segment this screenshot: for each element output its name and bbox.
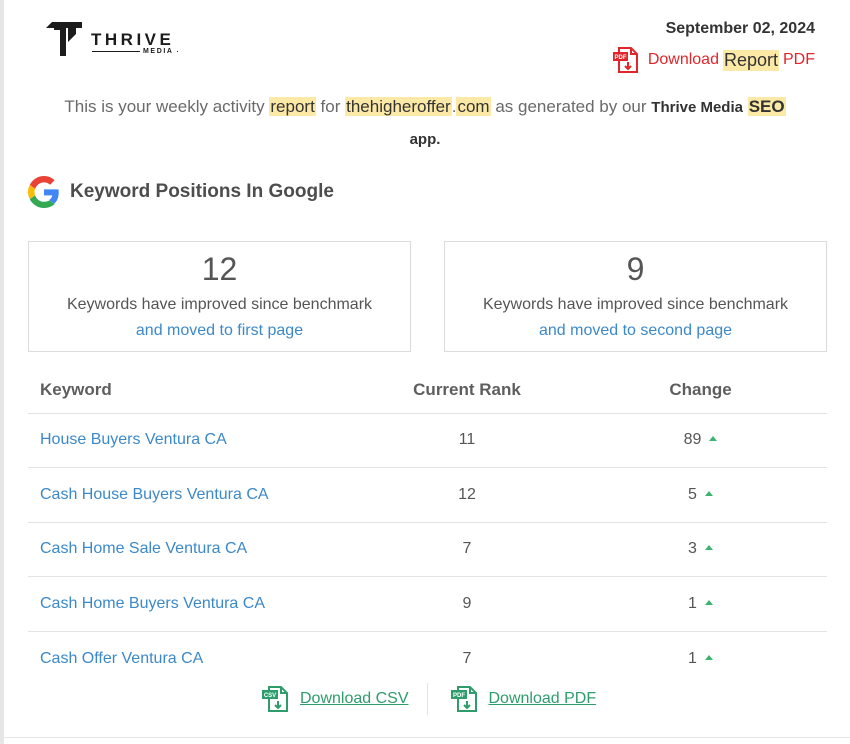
table-header-row: Keyword Current Rank Change bbox=[28, 367, 827, 414]
pdf-icon-text: PDF bbox=[453, 693, 465, 699]
change-cell: 3 bbox=[574, 522, 827, 577]
keyword-link[interactable]: Cash Home Sale Ventura CA bbox=[28, 522, 360, 577]
download-pdf-link[interactable]: PDF Download PDF bbox=[449, 683, 597, 715]
download-label: Download bbox=[647, 51, 719, 68]
keyword-link[interactable]: Cash Home Buyers Ventura CA bbox=[28, 576, 360, 632]
csv-icon-text: CSV bbox=[264, 693, 276, 699]
thrive-media-logo: THRIVE MEDIA bbox=[46, 22, 186, 60]
download-report-pdf-link[interactable]: PDF Download Report PDF bbox=[611, 45, 815, 75]
section-title: Keyword Positions In Google bbox=[70, 181, 334, 202]
keyword-link[interactable]: House Buyers Ventura CA bbox=[28, 413, 360, 468]
arrow-up-icon bbox=[704, 545, 713, 551]
second-page-stat-card: 9 Keywords have improved since benchmark… bbox=[444, 241, 827, 352]
stat-description: Keywords have improved since benchmark bbox=[66, 296, 373, 313]
stat-description: Keywords have improved since benchmark bbox=[482, 296, 789, 313]
left-border bbox=[0, 0, 4, 744]
intro-highlight-domain: thehigheroffer bbox=[345, 97, 452, 116]
change-cell: 89 bbox=[574, 413, 827, 468]
arrow-up-icon bbox=[709, 436, 718, 442]
change-value: 1 bbox=[688, 594, 697, 612]
change-value: 5 bbox=[688, 485, 697, 503]
rank-cell: 7 bbox=[360, 522, 574, 577]
arrow-up-icon bbox=[704, 599, 713, 605]
rank-cell: 9 bbox=[360, 576, 574, 632]
arrow-up-icon bbox=[704, 490, 713, 496]
change-value: 3 bbox=[688, 540, 697, 558]
logo-wordmark: THRIVE bbox=[91, 30, 175, 49]
download-pdf-label: Download PDF bbox=[488, 690, 597, 707]
pdf-file-icon: PDF bbox=[612, 47, 638, 73]
stat-subtitle: and moved to first page bbox=[135, 322, 304, 339]
keyword-link[interactable]: Cash House Buyers Ventura CA bbox=[28, 467, 360, 523]
keyword-link[interactable]: Cash Offer Ventura CA bbox=[28, 631, 360, 686]
intro-highlight-report: report bbox=[269, 97, 316, 116]
pdf-file-icon: PDF bbox=[450, 686, 477, 712]
change-value: 1 bbox=[688, 649, 697, 667]
intro-highlight-seo: SEO bbox=[747, 97, 786, 116]
table-row: Cash Home Buyers Ventura CA 9 1 bbox=[28, 576, 827, 632]
table-row: Cash House Buyers Ventura CA 12 5 bbox=[28, 467, 827, 523]
csv-file-icon: CSV bbox=[262, 686, 288, 712]
thrive-logo-icon bbox=[46, 22, 82, 56]
intro-part: for bbox=[320, 97, 341, 116]
first-page-stat-card: 12 Keywords have improved since benchmar… bbox=[28, 241, 411, 352]
report-date: September 02, 2024 bbox=[665, 20, 815, 37]
download-csv-label: Download CSV bbox=[300, 690, 409, 707]
intro-text: This is your weekly activity report for … bbox=[10, 91, 840, 155]
rank-cell: 7 bbox=[462, 649, 472, 667]
header-change: Change bbox=[574, 367, 827, 414]
download-csv-link[interactable]: CSV Download CSV bbox=[260, 683, 409, 715]
arrow-up-icon bbox=[704, 654, 713, 660]
table-row: House Buyers Ventura CA 11 89 bbox=[28, 413, 827, 468]
intro-app: app. bbox=[409, 131, 441, 148]
rank-cell: 11 bbox=[360, 413, 574, 468]
intro-brand: Thrive Media bbox=[651, 99, 743, 116]
section-header: Keyword Positions In Google bbox=[28, 176, 334, 208]
download-links: CSV Download CSV PDF Download PDF bbox=[260, 683, 596, 715]
header-current-rank: Current Rank bbox=[360, 367, 574, 414]
svg-text:PDF: PDF bbox=[614, 55, 626, 61]
change-cell: 5 bbox=[574, 467, 827, 523]
stat-number: 12 bbox=[201, 251, 238, 287]
rank-cell: 12 bbox=[360, 467, 574, 523]
change-value: 89 bbox=[683, 431, 702, 449]
download-label-suffix: PDF bbox=[783, 51, 815, 68]
change-cell: 1 bbox=[574, 576, 827, 632]
download-label-highlight: Report bbox=[722, 49, 779, 71]
logo-subtitle: MEDIA bbox=[140, 48, 177, 55]
header-keyword: Keyword bbox=[28, 367, 360, 414]
download-divider bbox=[426, 683, 428, 715]
stat-subtitle: and moved to second page bbox=[538, 322, 733, 339]
change-cell: 1 bbox=[574, 631, 827, 686]
table-row: Cash Offer Ventura CA 7 1 bbox=[28, 631, 827, 686]
intro-part: as generated by our bbox=[495, 97, 647, 116]
bottom-divider bbox=[4, 737, 850, 738]
keyword-table: Keyword Current Rank Change House Buyers… bbox=[28, 367, 827, 686]
google-g-icon bbox=[28, 176, 59, 208]
table-row: Cash Home Sale Ventura CA 7 3 bbox=[28, 522, 827, 577]
stat-number: 9 bbox=[626, 251, 645, 287]
intro-part: This is your weekly activity bbox=[64, 97, 265, 116]
intro-highlight-tld: com bbox=[456, 97, 491, 116]
